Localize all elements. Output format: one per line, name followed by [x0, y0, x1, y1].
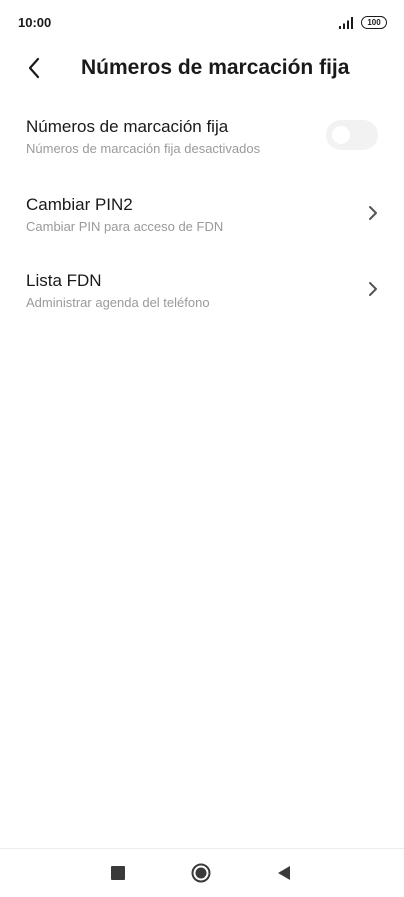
signal-bars-icon [339, 17, 353, 29]
change-pin2-row[interactable]: Cambiar PIN2 Cambiar PIN para acceso de … [0, 183, 404, 253]
recents-button[interactable] [111, 866, 125, 880]
fdn-toggle-subtitle: Números de marcación fija desactivados [26, 141, 261, 156]
back-button[interactable] [14, 50, 54, 86]
fdn-toggle-row[interactable]: Números de marcación fija Números de mar… [0, 105, 404, 175]
fdn-list-subtitle: Administrar agenda del teléfono [26, 295, 210, 310]
page-title: Números de marcación fija [81, 56, 350, 79]
system-back-button[interactable] [277, 865, 291, 881]
chevron-right-icon [369, 282, 377, 296]
chevron-right-icon [369, 206, 377, 220]
status-bar: 10:00 100 [0, 0, 404, 44]
fdn-toggle-switch[interactable] [326, 120, 378, 150]
fdn-list-title: Lista FDN [26, 271, 102, 290]
navigation-bar [0, 849, 404, 897]
circle-icon [191, 863, 211, 883]
change-pin2-subtitle: Cambiar PIN para acceso de FDN [26, 219, 224, 234]
fdn-list-row[interactable]: Lista FDN Administrar agenda del teléfon… [0, 259, 404, 329]
chevron-left-icon [28, 57, 40, 79]
triangle-back-icon [278, 866, 290, 880]
home-button[interactable] [191, 863, 211, 883]
battery-icon: 100 [361, 16, 387, 29]
status-time: 10:00 [18, 15, 52, 30]
app-header: Números de marcación fija [0, 44, 404, 94]
toggle-knob [332, 126, 350, 144]
battery-level: 100 [367, 18, 381, 27]
change-pin2-title: Cambiar PIN2 [26, 195, 133, 214]
screen: 10:00 100 Números de marcación fija Núme… [0, 0, 404, 897]
fdn-toggle-title: Números de marcación fija [26, 117, 229, 136]
